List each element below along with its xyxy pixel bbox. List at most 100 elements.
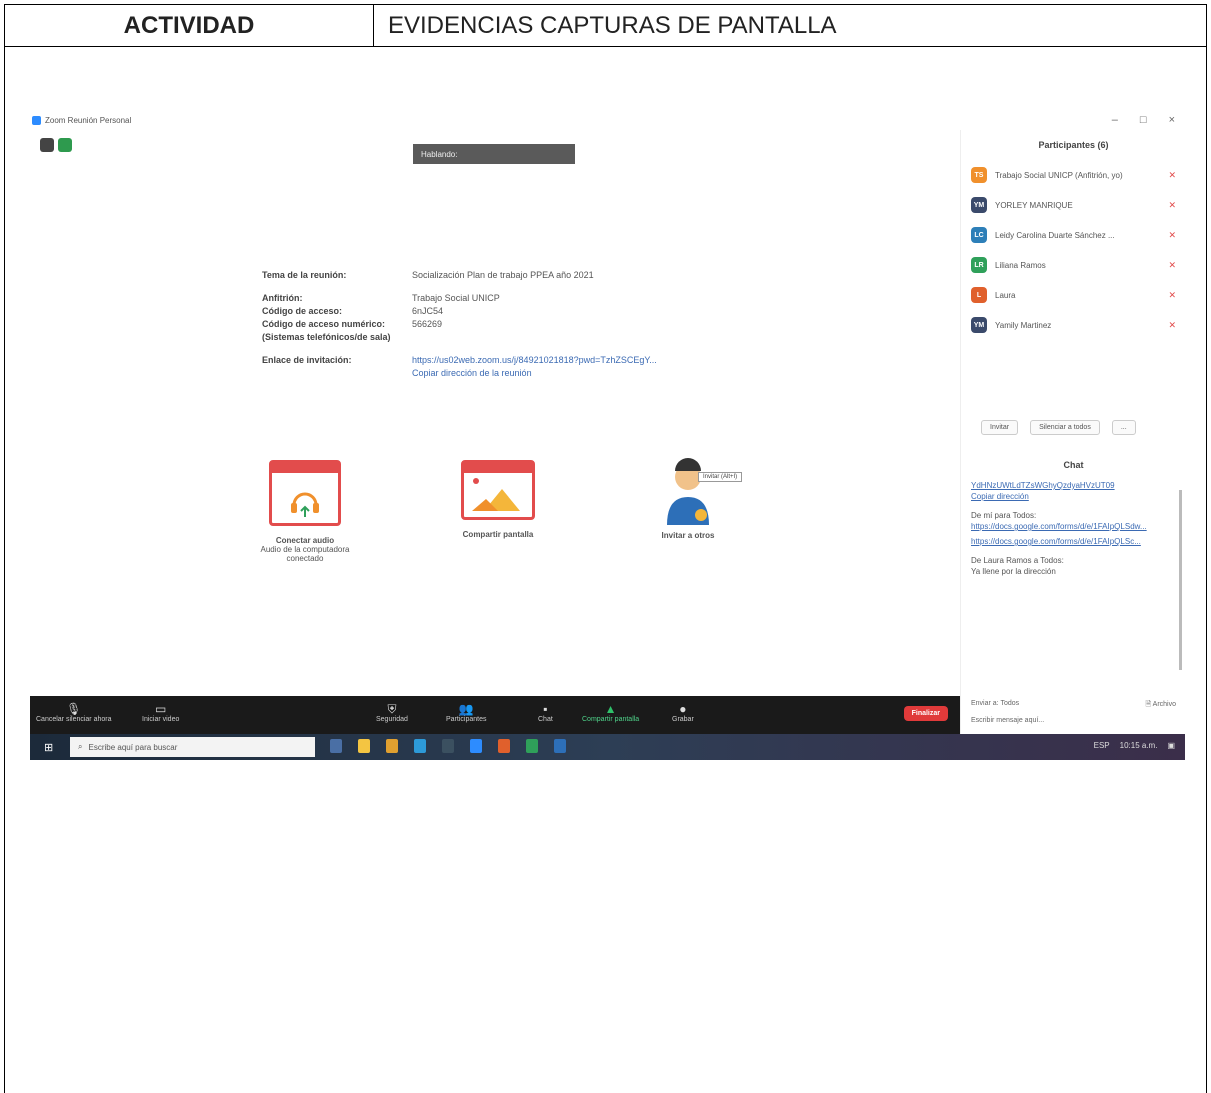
invite-label: Enlace de invitación: bbox=[262, 355, 352, 365]
invite-others-label: Invitar a otros bbox=[661, 531, 715, 540]
muted-mic-icon: ✕ bbox=[1168, 199, 1176, 210]
meeting-info-icons bbox=[40, 138, 72, 152]
search-icon: ⌕ bbox=[78, 742, 83, 751]
store-icon[interactable] bbox=[442, 739, 454, 753]
record-button[interactable]: ● Grabar bbox=[672, 702, 694, 723]
zoom-taskbar-icon[interactable] bbox=[470, 739, 482, 753]
muted-mic-icon: ✕ bbox=[1168, 319, 1176, 330]
code-label: Código de acceso: bbox=[262, 306, 343, 316]
muted-mic-icon: ✕ bbox=[1168, 229, 1176, 240]
mic-icon: 🎙 bbox=[66, 702, 82, 716]
notifications-icon[interactable]: ▣ bbox=[1167, 741, 1175, 750]
participant-name: YORLEY MANRIQUE bbox=[995, 200, 1073, 210]
language-indicator[interactable]: ESP bbox=[1094, 741, 1110, 750]
participants-icon: 👥 bbox=[458, 702, 474, 716]
security-button[interactable]: ⛨ Seguridad bbox=[376, 702, 408, 723]
participant-item[interactable]: YM YORLEY MANRIQUE ✕ bbox=[961, 190, 1186, 220]
participant-name: Leidy Carolina Duarte Sánchez ... bbox=[995, 230, 1115, 240]
close-icon[interactable]: × bbox=[1169, 114, 1175, 126]
taskbar-apps bbox=[330, 739, 566, 753]
chat-recipient-select[interactable]: Enviar a: Todos bbox=[971, 700, 1019, 711]
code-value: 6nJC54 bbox=[412, 306, 444, 316]
chat-footer: Enviar a: Todos 🗎 Archivo Escribir mensa… bbox=[971, 700, 1176, 724]
connect-audio-label: Conectar audio bbox=[275, 536, 335, 545]
minimize-icon[interactable]: – bbox=[1112, 114, 1118, 126]
headphones-icon bbox=[269, 460, 341, 526]
system-tray: ESP 10:15 a.m. ▣ bbox=[1094, 741, 1175, 750]
zoom-logo-icon bbox=[32, 116, 41, 125]
participants-button[interactable]: 👥 Participantes bbox=[446, 702, 486, 723]
meeting-info: Tema de la reunión: Socialización Plan de… bbox=[262, 270, 657, 381]
numeric-code-label: Código de acceso numérico: bbox=[262, 319, 386, 329]
task-view-icon[interactable] bbox=[330, 739, 342, 753]
avatar: TS bbox=[971, 167, 987, 183]
maximize-icon[interactable]: □ bbox=[1140, 114, 1147, 126]
office-icon[interactable] bbox=[498, 739, 510, 753]
participants-list: TS Trabajo Social UNICP (Anfitrión, yo) … bbox=[961, 160, 1186, 340]
participant-item[interactable]: YM Yamily Martinez ✕ bbox=[961, 310, 1186, 340]
chat-sender: De mí para Todos: bbox=[971, 511, 1037, 520]
invite-link[interactable]: https://us02web.zoom.us/j/84921021818?pw… bbox=[412, 355, 657, 365]
participant-item[interactable]: L Laura ✕ bbox=[961, 280, 1186, 310]
file-explorer-icon[interactable] bbox=[358, 739, 370, 753]
chat-line[interactable]: https://docs.google.com/forms/d/e/1FAIpQ… bbox=[971, 536, 1161, 547]
share-screen-tile[interactable]: Compartir pantalla bbox=[448, 460, 548, 539]
encryption-icon[interactable] bbox=[58, 138, 72, 152]
participant-item[interactable]: TS Trabajo Social UNICP (Anfitrión, yo) … bbox=[961, 160, 1186, 190]
share-screen-label: Compartir pantalla bbox=[462, 530, 534, 539]
meeting-toolbar: 🎙 Cancelar silenciar ahora ▭ Iniciar vid… bbox=[30, 696, 960, 734]
chrome-icon[interactable] bbox=[386, 739, 398, 753]
copy-link[interactable]: Copiar dirección de la reunión bbox=[412, 368, 532, 378]
topic-label: Tema de la reunión: bbox=[262, 270, 347, 280]
chat-line[interactable]: YdHNzUWtLdTZsWGhyQzdyaHVzUT09 bbox=[971, 480, 1161, 491]
windows-start-icon[interactable]: ⊞ bbox=[44, 741, 53, 754]
muted-mic-icon: ✕ bbox=[1168, 169, 1176, 180]
chat-line[interactable]: Copiar dirección bbox=[971, 491, 1161, 502]
more-button[interactable]: ... bbox=[1111, 420, 1136, 435]
invite-others-tile[interactable]: Invitar a otros bbox=[638, 455, 738, 540]
participants-panel: Participantes (6) TS Trabajo Social UNIC… bbox=[960, 130, 1186, 740]
host-value: Trabajo Social UNICP bbox=[412, 293, 500, 303]
windows-taskbar: ⊞ ⌕ Escribe aquí para buscar ESP 10:15 a… bbox=[30, 734, 1185, 760]
info-icon[interactable] bbox=[40, 138, 54, 152]
avatar: YM bbox=[971, 197, 987, 213]
participant-actions: Invitar Silenciar a todos ... bbox=[981, 420, 1136, 435]
file-icon: 🗎 bbox=[1145, 701, 1153, 708]
avatar: LR bbox=[971, 257, 987, 273]
file-button[interactable]: 🗎 Archivo bbox=[1145, 700, 1176, 711]
invite-button[interactable]: Invitar bbox=[981, 420, 1019, 435]
participant-item[interactable]: LC Leidy Carolina Duarte Sánchez ... ✕ bbox=[961, 220, 1186, 250]
record-icon: ● bbox=[679, 702, 687, 716]
host-label: Anfitrión: bbox=[262, 293, 303, 303]
avatar: LC bbox=[971, 227, 987, 243]
muted-mic-icon: ✕ bbox=[1168, 289, 1176, 300]
clock[interactable]: 10:15 a.m. bbox=[1120, 741, 1158, 750]
zoom-screenshot: Zoom Reunión Personal – □ × Hablando: Te… bbox=[30, 110, 1185, 760]
unmute-button[interactable]: 🎙 Cancelar silenciar ahora bbox=[36, 702, 111, 723]
phone-label: (Sistemas telefónicos/de sala) bbox=[262, 332, 391, 342]
start-video-button[interactable]: ▭ Iniciar video bbox=[142, 702, 179, 723]
chat-scrollbar[interactable] bbox=[1179, 490, 1182, 670]
chat-line[interactable]: https://docs.google.com/forms/d/e/1FAIpQ… bbox=[971, 521, 1161, 532]
word-icon[interactable] bbox=[554, 739, 566, 753]
invite-tooltip: Invitar (Alt+I) bbox=[698, 472, 743, 482]
chat-input[interactable]: Escribir mensaje aquí... bbox=[971, 717, 1176, 724]
share-screen-button[interactable]: ▲ Compartir pantalla bbox=[582, 702, 639, 723]
excel-icon[interactable] bbox=[526, 739, 538, 753]
numeric-code-value: 566269 bbox=[412, 319, 443, 329]
end-meeting-button[interactable]: Finalizar bbox=[903, 706, 948, 721]
taskbar-search-input[interactable]: ⌕ Escribe aquí para buscar bbox=[70, 737, 315, 757]
topic-value: Socialización Plan de trabajo PPEA año 2… bbox=[412, 270, 594, 280]
speaking-indicator: Hablando: bbox=[413, 144, 575, 164]
chat-button[interactable]: ▪ Chat bbox=[538, 702, 553, 723]
chat-sender: De Laura Ramos a Todos: bbox=[971, 556, 1064, 565]
share-screen-icon bbox=[461, 460, 535, 520]
window-controls: – □ × bbox=[1112, 114, 1175, 126]
mute-all-button[interactable]: Silenciar a todos bbox=[1030, 420, 1100, 435]
participant-item[interactable]: LR Liliana Ramos ✕ bbox=[961, 250, 1186, 280]
participant-name: Laura bbox=[995, 290, 1016, 300]
participant-name: Liliana Ramos bbox=[995, 260, 1046, 270]
connect-audio-tile[interactable]: Conectar audio Audio de la computadora c… bbox=[255, 460, 355, 563]
video-icon: ▭ bbox=[155, 702, 167, 716]
edge-icon[interactable] bbox=[414, 739, 426, 753]
